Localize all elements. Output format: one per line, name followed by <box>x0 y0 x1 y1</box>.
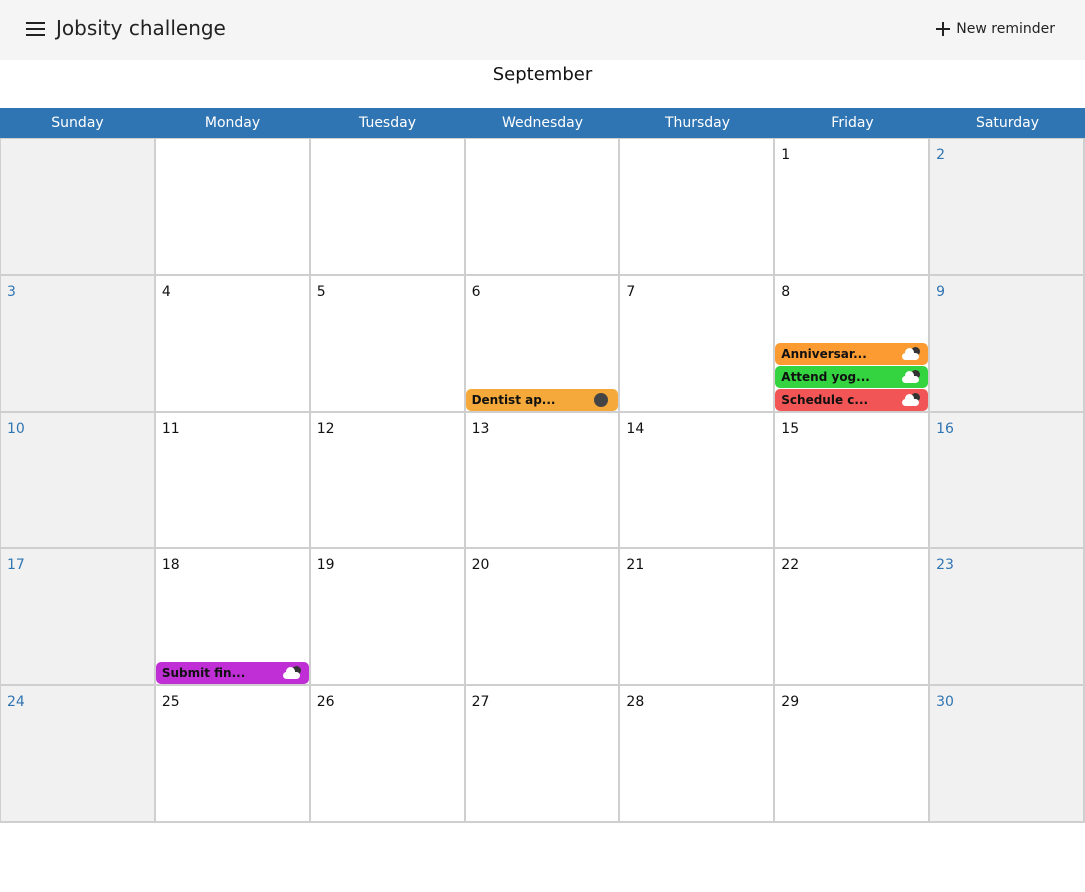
day-number: 6 <box>471 283 481 300</box>
new-reminder-label: New reminder <box>956 21 1055 37</box>
day-number: 18 <box>161 557 180 574</box>
day-cell-25[interactable]: 25 <box>155 686 311 823</box>
day-number: 24 <box>7 694 25 711</box>
day-cell-12[interactable]: 12 <box>310 412 466 550</box>
reminder-item[interactable]: Submit fin... <box>155 662 309 685</box>
day-number: 26 <box>316 694 335 711</box>
day-cell-15[interactable]: 15 <box>775 412 931 550</box>
day-number: 11 <box>161 420 180 437</box>
reminder-text: Schedule c... <box>781 392 869 407</box>
day-cell-5[interactable]: 5 <box>310 275 466 413</box>
day-cell-23[interactable]: 23 <box>930 549 1085 687</box>
weekday-wednesday: Wednesday <box>501 115 584 131</box>
day-cell-8[interactable]: 8 Anniversar... Attend yog... Schedule c... <box>775 275 931 413</box>
month-title: September <box>492 64 593 85</box>
day-number: 3 <box>7 283 16 300</box>
calendar-grid: 1 2 3 4 5 6 Dentist ap... 7 8 Anniversar... Attend… <box>0 138 1085 823</box>
day-cell-empty[interactable] <box>155 139 311 276</box>
day-number: 22 <box>781 557 800 574</box>
day-cell-3[interactable]: 3 <box>1 275 156 413</box>
day-number: 29 <box>781 694 800 711</box>
day-number: 20 <box>471 557 490 574</box>
day-number: 25 <box>161 694 180 711</box>
day-cell-24[interactable]: 24 <box>1 686 156 823</box>
partly-cloudy-icon <box>900 346 922 361</box>
day-number: 7 <box>626 283 636 300</box>
weekday-saturday: Saturday <box>975 115 1040 131</box>
day-cell-16[interactable]: 16 <box>930 412 1085 550</box>
day-cell-29[interactable]: 29 <box>775 686 931 823</box>
reminder-item[interactable]: Schedule c... <box>775 388 929 411</box>
reminder-text: Attend yog... <box>781 369 870 384</box>
app-title: Jobsity challenge <box>56 16 226 40</box>
day-number: 1 <box>781 147 791 163</box>
day-number: 13 <box>471 420 490 437</box>
day-number: 17 <box>7 557 25 574</box>
app-bar: Jobsity challenge New reminder <box>0 0 1085 60</box>
day-cell-10[interactable]: 10 <box>1 412 156 550</box>
day-number: 8 <box>781 283 791 300</box>
partly-cloudy-icon <box>900 392 922 407</box>
day-number: 19 <box>316 557 335 574</box>
reminder-text: Anniversar... <box>781 346 867 361</box>
day-number: 27 <box>471 694 490 711</box>
day-cell-28[interactable]: 28 <box>620 686 776 823</box>
day-number: 30 <box>936 694 954 711</box>
reminder-item[interactable]: Dentist ap... <box>465 388 619 411</box>
day-number: 21 <box>626 557 645 574</box>
day-number: 14 <box>626 420 645 437</box>
day-number: 28 <box>626 694 645 711</box>
weekday-header: Sunday Monday Tuesday Wednesday Thursday Frid… <box>0 108 1085 138</box>
weekday-monday: Monday <box>204 115 261 131</box>
partly-cloudy-icon <box>900 369 922 384</box>
day-cell-4[interactable]: 4 <box>155 275 311 413</box>
day-cell-1[interactable]: 1 <box>775 139 931 276</box>
day-cell-6[interactable]: 6 Dentist ap... <box>465 275 621 413</box>
weekday-tuesday: Tuesday <box>359 115 416 131</box>
day-number: 2 <box>936 147 946 163</box>
partly-cloudy-icon <box>281 666 303 680</box>
reminder-list: Dentist ap... <box>465 388 619 411</box>
day-cell-30[interactable]: 30 <box>930 686 1085 823</box>
reminder-text: Dentist ap... <box>471 392 556 407</box>
day-number: 16 <box>936 420 954 437</box>
day-cell-22[interactable]: 22 <box>775 549 931 687</box>
day-number: 10 <box>7 420 25 437</box>
weekday-thursday: Thursday <box>664 115 731 131</box>
day-cell-11[interactable]: 11 <box>155 412 311 550</box>
day-number: 15 <box>781 420 800 437</box>
day-cell-empty[interactable] <box>310 139 466 276</box>
day-cell-17[interactable]: 17 <box>1 549 156 687</box>
reminder-item[interactable]: Anniversar... <box>775 342 929 365</box>
weekday-sunday: Sunday <box>51 115 104 131</box>
day-number: 23 <box>936 557 954 574</box>
day-cell-27[interactable]: 27 <box>465 686 621 823</box>
new-reminder-button[interactable]: New reminder <box>926 14 1065 44</box>
day-cell-13[interactable]: 13 <box>465 412 621 550</box>
day-cell-21[interactable]: 21 <box>620 549 776 687</box>
day-number: 4 <box>161 283 171 300</box>
day-cell-2[interactable]: 2 <box>930 139 1085 276</box>
reminder-text: Submit fin... <box>161 666 246 681</box>
day-cell-7[interactable]: 7 <box>620 275 776 413</box>
day-cell-20[interactable]: 20 <box>465 549 621 687</box>
reminder-item[interactable]: Attend yog... <box>775 365 929 388</box>
reminder-list: Anniversar... Attend yog... Schedule c... <box>775 342 929 411</box>
day-cell-14[interactable]: 14 <box>620 412 776 550</box>
day-cell-9[interactable]: 9 <box>930 275 1085 413</box>
day-cell-empty[interactable] <box>1 139 156 276</box>
reminder-list: Submit fin... <box>155 662 309 685</box>
day-number: 9 <box>936 283 946 300</box>
day-cell-18[interactable]: 18 Submit fin... <box>155 549 311 687</box>
day-cell-empty[interactable] <box>465 139 621 276</box>
day-number: 5 <box>316 283 326 300</box>
day-cell-19[interactable]: 19 <box>310 549 466 687</box>
menu-icon[interactable] <box>22 16 50 44</box>
weekday-friday: Friday <box>831 115 874 131</box>
day-cell-26[interactable]: 26 <box>310 686 466 823</box>
day-cell-empty[interactable] <box>620 139 776 276</box>
plus-icon <box>936 22 951 36</box>
day-number: 12 <box>316 420 335 437</box>
moon-icon <box>590 392 612 407</box>
